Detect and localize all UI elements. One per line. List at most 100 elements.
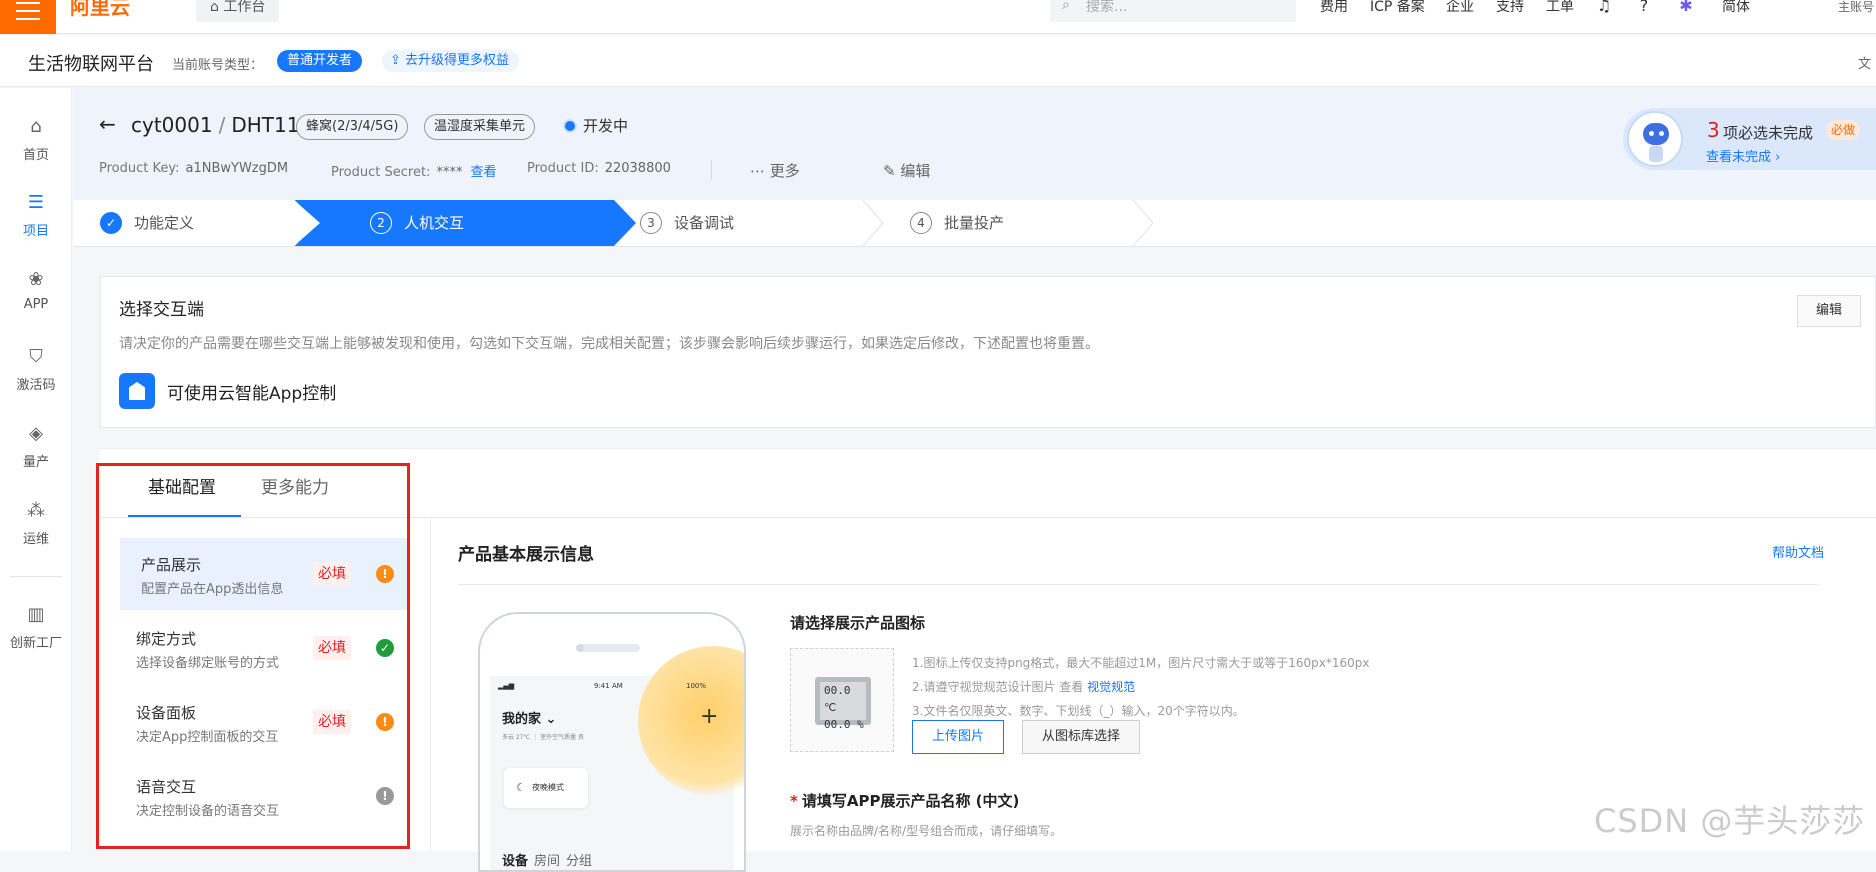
phone-notch	[576, 644, 640, 652]
meta-divider	[711, 160, 712, 180]
platform-title: 生活物联网平台	[28, 54, 154, 75]
search-input[interactable]: ⌕ 搜索...	[1050, 0, 1296, 22]
moon-icon: ☾	[516, 781, 526, 794]
project-name[interactable]: cyt0001	[131, 113, 213, 137]
todo-card[interactable]: 3 项必选未完成 必做 查看未完成 ›	[1623, 108, 1876, 170]
network-tag: 蜂窝(2/3/4/5G)	[296, 114, 409, 140]
product-header: ← cyt0001/DHT11 蜂窝(2/3/4/5G) 温湿度采集单元 开发中…	[73, 88, 1876, 200]
back-arrow-icon[interactable]: ←	[99, 112, 116, 136]
product-id-value: 22038800	[604, 161, 671, 176]
device-humidity-readout: 00.0 %	[824, 718, 864, 731]
product-name: DHT11	[231, 113, 300, 137]
sidebar-item-mass-production[interactable]: ◈ 量产	[0, 423, 72, 470]
signal-icon: ▂▄▆	[498, 682, 515, 690]
sidebar-item-activation-code[interactable]: ⛉ 激活码	[0, 346, 72, 393]
app-icon: ❀	[28, 269, 44, 290]
sidebar-item-app[interactable]: ❀ APP	[0, 269, 72, 312]
rule-format: 1.图标上传仅支持png格式，最大不能超过1M，图片尺寸需大于或等于160px*…	[912, 656, 1370, 670]
upload-image-button[interactable]: 上传图片	[912, 720, 1004, 754]
nav-support[interactable]: 支持	[1496, 0, 1524, 14]
sun-decoration	[638, 646, 744, 796]
active-step-background	[320, 200, 614, 246]
step-device-debug[interactable]: 3 设备调试	[640, 200, 734, 246]
rule-filename: 3.文件名仅限英文、数字、下划线（_）输入，20个字符以内。	[912, 704, 1245, 718]
view-secret-link[interactable]: 查看	[470, 165, 496, 180]
select-terminal-panel: 选择交互端 请决定你的产品需要在哪些交互端上能够被发现和使用，勾选如下交互端，完…	[100, 276, 1876, 428]
app-name-title: * 请填写APP展示产品名称 (中文)	[790, 790, 1019, 811]
sidebar-label: 首页	[22, 148, 49, 163]
workbench-label: 工作台	[223, 0, 266, 15]
nav-fees[interactable]: 费用	[1320, 0, 1348, 14]
project-icon: ☰	[27, 192, 45, 213]
sidebar-item-operations[interactable]: ⁂ 运维	[0, 500, 72, 547]
breadcrumb-separator: /	[218, 113, 226, 137]
sidebar-label: 项目	[22, 224, 49, 239]
step-human-interaction[interactable]: 2 人机交互	[370, 200, 464, 246]
phone-preview: ▂▄▆ 9:41 AM 100% 我的家 ⌄ + 多云 27℃ ｜ 室外空气质量…	[478, 612, 746, 872]
product-secret-value: ****	[436, 165, 463, 180]
docs-link[interactable]: 文	[1858, 53, 1871, 72]
category-tag: 温湿度采集单元	[424, 114, 536, 140]
icon-section-title: 请选择展示产品图标	[790, 614, 926, 632]
nav-ticket[interactable]: 工单	[1546, 0, 1574, 14]
ai-assistant-icon[interactable]: ✱	[1676, 0, 1696, 16]
phone-tab-rooms: 房间	[534, 854, 561, 869]
nav-enterprise[interactable]: 企业	[1446, 0, 1474, 14]
view-incomplete-link[interactable]: 查看未完成 ›	[1706, 146, 1780, 165]
sidebar-item-home[interactable]: ⌂ 首页	[0, 116, 72, 163]
home-icon: ⌂	[210, 0, 224, 15]
step-label: 设备调试	[674, 214, 735, 232]
workbench-button[interactable]: ⌂ 工作台	[196, 0, 280, 22]
section-divider	[458, 584, 1818, 585]
sidebar-label: 量产	[22, 455, 49, 470]
account-type-label: 当前账号类型：	[172, 58, 264, 73]
menu-icon[interactable]	[0, 0, 56, 34]
bell-icon[interactable]: ♫	[1594, 0, 1614, 16]
todo-count: 3	[1707, 118, 1720, 142]
left-sidebar: ⌂ 首页 ☰ 项目 ❀ APP ⛉ 激活码 ◈ 量产 ⁂ 运维 ▥ 创新工厂	[0, 88, 72, 851]
must-do-badge: 必做	[1826, 120, 1861, 140]
upload-arrow-icon: ⇪	[390, 53, 406, 68]
step-number: 4	[910, 211, 932, 234]
product-key-label: Product Key:	[99, 161, 180, 176]
sidebar-label: 运维	[22, 532, 49, 547]
status-dot-icon	[565, 121, 575, 131]
more-button[interactable]: ⋯ 更多	[750, 160, 800, 181]
panel-description: 请决定你的产品需要在哪些交互端上能够被发现和使用，勾选如下交互端，完成相关配置；…	[119, 336, 1099, 352]
watermark: CSDN @芋头莎莎	[1594, 802, 1866, 840]
step-batch-production[interactable]: 4 批量投产	[910, 200, 1004, 246]
help-icon[interactable]: ?	[1634, 0, 1654, 16]
night-mode-card: ☾ 夜晚模式	[504, 768, 588, 808]
thermometer-device-icon: 00.0 ℃ 00.0 %	[815, 677, 871, 731]
home-icon: ⌂	[30, 116, 42, 137]
edit-product-button[interactable]: ✎ 编辑	[883, 160, 930, 181]
edit-terminal-button[interactable]: 编辑	[1797, 295, 1861, 327]
account-info[interactable]: 主账号	[1774, 0, 1874, 14]
phone-tabs: 设备 房间 分组	[502, 850, 598, 869]
step-function-definition[interactable]: ✓ 功能定义	[100, 200, 194, 246]
phone-battery: 100%	[686, 682, 707, 690]
aliyun-logo[interactable]: 阿里云	[70, 0, 130, 20]
upgrade-button[interactable]: ⇪ 去升级得更多权益	[382, 50, 520, 72]
icon-library-button[interactable]: 从图标库选择	[1022, 720, 1140, 754]
icon-upload-area[interactable]: 00.0 ℃ 00.0 %	[790, 648, 894, 752]
visual-spec-link[interactable]: 视觉规范	[1087, 680, 1135, 694]
robot-assistant-icon	[1627, 111, 1683, 167]
developer-badge: 普通开发者	[277, 50, 363, 72]
sidebar-label: APP	[23, 297, 49, 312]
sidebar-item-project[interactable]: ☰ 项目	[0, 192, 72, 239]
edit-label: 编辑	[900, 162, 931, 180]
sidebar-item-innovation-factory[interactable]: ▥ 创新工厂	[0, 604, 72, 651]
account-sub-label: 主账号	[1837, 0, 1874, 14]
step-number: 3	[640, 211, 662, 234]
step-separator	[862, 200, 884, 246]
upgrade-label: 去升级得更多权益	[405, 53, 510, 68]
search-icon: ⌕	[1062, 0, 1070, 13]
product-secret-label: Product Secret:	[331, 165, 431, 180]
language-switch[interactable]: 简体	[1722, 0, 1750, 14]
nav-icp[interactable]: ICP 备案	[1370, 0, 1425, 14]
help-docs-link[interactable]: 帮助文档	[1772, 542, 1824, 561]
sidebar-divider	[10, 576, 62, 577]
step-label: 批量投产	[944, 214, 1005, 232]
phone-home-title: 我的家 ⌄	[502, 708, 556, 727]
